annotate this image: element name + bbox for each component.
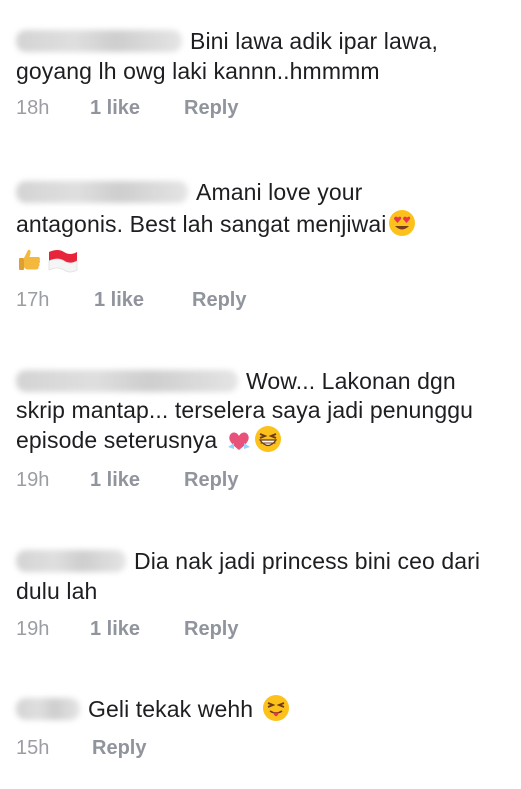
like-count[interactable]: 1 like [90,617,184,641]
comment-time: 15h [16,737,50,759]
comment-item: Amani love your antagonis. Best lah sang… [16,176,513,311]
comment-time: 19h [16,618,50,640]
squinting-tongue-emoji [262,694,290,729]
comment-text: Dia nak jadi princess bini ceo dari dulu… [16,546,513,606]
comment-text: Bini lawa adik ipar lawa, goyang lh owg … [16,26,513,86]
comment-text: Wow... Lakonan dgn skrip mantap... terse… [16,367,513,460]
comment-text-line1: Amani love your [196,179,363,205]
comment-text-line2: dulu lah [16,578,98,604]
like-count[interactable]: 1 like [90,468,184,492]
reply-button[interactable]: Reply [184,468,238,492]
grinning-squint-emoji [254,425,282,460]
comment-text: Geli tekak wehh [16,694,513,729]
comment-text-line2: goyang lh owg laki kannn..hmmmm [16,58,380,84]
comment-item: Wow... Lakonan dgn skrip mantap... terse… [16,367,513,491]
like-count[interactable]: 1 like [94,288,192,312]
comment-meta: 19h 1 like Reply [16,617,238,641]
commenter-name-redacted[interactable] [16,698,80,720]
comment-text: Amani love your antagonis. Best lah sang… [16,176,513,282]
comment-text-line1: Wow... Lakonan dgn [246,368,456,394]
comment-text-line2: skrip mantap... terselera saya jadi penu… [16,397,473,423]
indonesia-flag-emoji [46,246,80,282]
comment-time: 17h [16,289,50,311]
comment-meta: 15h Reply [16,736,146,760]
comment-meta: 19h 1 like Reply [16,468,238,492]
like-count[interactable]: 1 like [90,96,184,120]
comment-item: Bini lawa adik ipar lawa, goyang lh owg … [16,26,513,119]
commenter-name-redacted[interactable] [16,181,188,203]
comment-text-line3: episode seterusnya [16,427,218,453]
comment-time: 19h [16,469,50,491]
comment-item: Dia nak jadi princess bini ceo dari dulu… [16,546,513,640]
heart-ribbon-emoji [226,429,252,460]
commenter-name-redacted[interactable] [16,370,238,392]
comment-item: Geli tekak wehh 15h Reply [16,694,513,759]
thumbs-up-emoji [16,246,44,282]
comment-meta: 17h 1 like Reply [16,288,246,312]
reply-button[interactable]: Reply [184,617,238,641]
comment-text-line1: Bini lawa adik ipar lawa, [190,28,438,54]
comment-text-line1: Dia nak jadi princess bini ceo dari [134,548,481,574]
reply-button[interactable]: Reply [184,96,238,120]
comment-text-line1: Geli tekak wehh [88,696,254,722]
commenter-name-redacted[interactable] [16,550,126,572]
commenter-name-redacted[interactable] [16,30,182,52]
comment-time: 18h [16,97,50,119]
comment-meta: 18h 1 like Reply [16,96,238,120]
comment-text-line2: antagonis. Best lah sangat menjiwai [16,211,387,237]
reply-button[interactable]: Reply [192,288,246,312]
heart-eyes-emoji [388,209,416,245]
reply-button[interactable]: Reply [92,736,146,760]
